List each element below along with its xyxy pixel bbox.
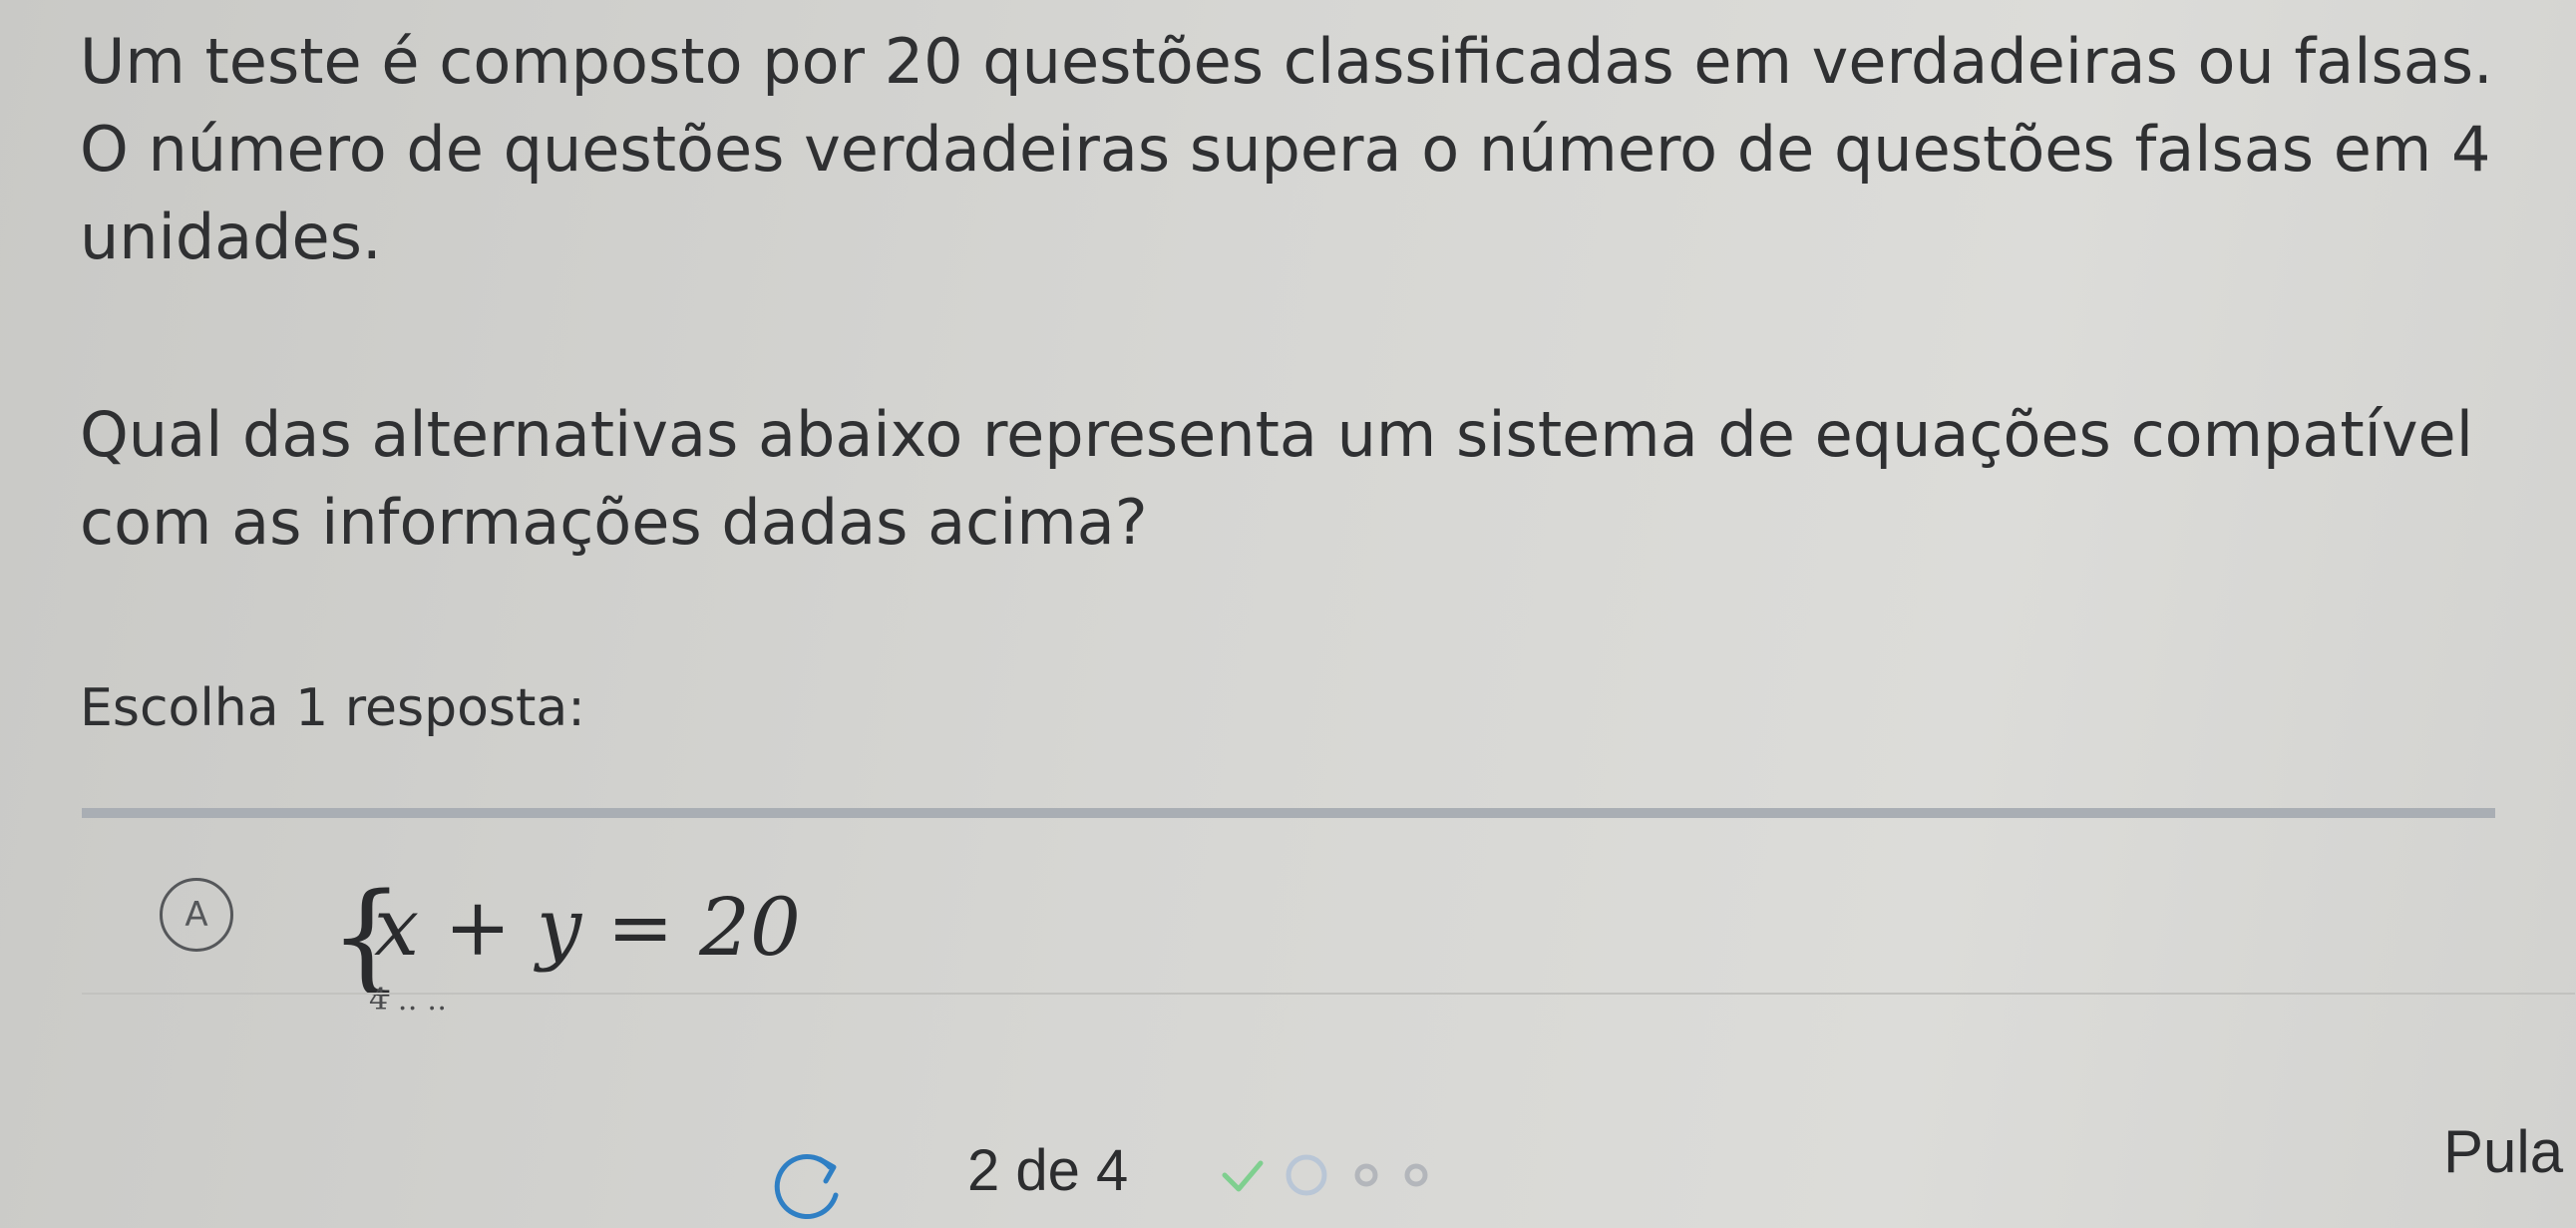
skip-button[interactable]: Pula — [2443, 1117, 2563, 1186]
answer-instruction: Escolha 1 resposta: — [80, 678, 585, 738]
check-icon — [1222, 1160, 1264, 1192]
question-statement: Um teste é composto por 20 questões clas… — [80, 25, 2493, 273]
options-divider — [82, 808, 2495, 818]
option-separator — [82, 993, 2575, 995]
refresh-icon[interactable] — [768, 1145, 848, 1225]
progress-counter: 2 de 4 — [967, 1138, 1129, 1203]
question-prompt: Qual das alternativas abaixo representa … — [80, 398, 2473, 559]
step-dot-icon — [1404, 1163, 1428, 1187]
footer-navigation: 2 de 4 Pula — [0, 1107, 2576, 1228]
step-dot-icon — [1354, 1163, 1378, 1187]
progress-steps — [1222, 1154, 1428, 1196]
option-letter-badge[interactable]: A — [160, 878, 233, 952]
option-equation-2-partial: 4 ‥ ‥ — [369, 983, 448, 1018]
option-equation-1: x + y = 20 — [374, 881, 801, 974]
answer-option-a[interactable]: A { x + y = 20 4 ‥ ‥ — [140, 858, 1336, 1037]
current-step-icon — [1286, 1154, 1327, 1196]
